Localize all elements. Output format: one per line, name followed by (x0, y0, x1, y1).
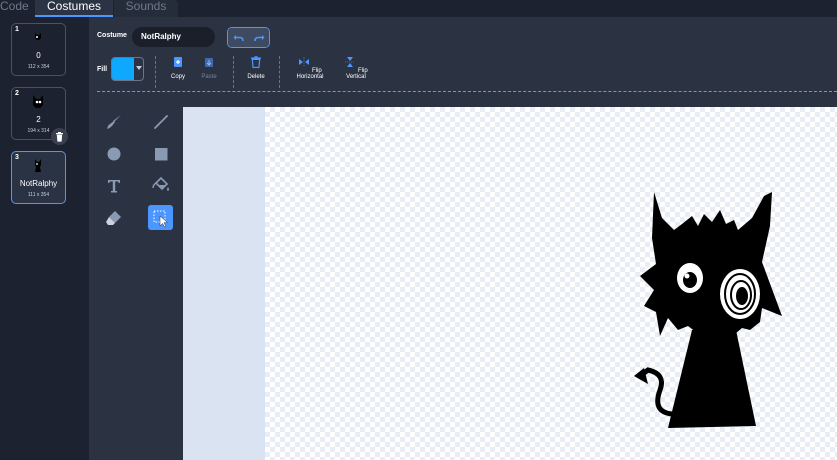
costume-size: 112 x 354 (27, 64, 50, 70)
costume-name: 2 (36, 115, 41, 124)
delete-label: Delete (247, 74, 265, 80)
circle-tool[interactable] (101, 141, 126, 166)
undo-redo-group (227, 27, 270, 48)
brush-tool[interactable] (101, 109, 126, 134)
delete-costume-button[interactable] (51, 128, 68, 145)
paste-icon (205, 58, 213, 67)
costume-tile-3[interactable]: 3 NotRalphy 111 x 354 (11, 151, 66, 204)
undo-button[interactable] (228, 28, 250, 47)
undo-icon (233, 34, 244, 41)
rectangle-tool[interactable] (148, 141, 173, 166)
costume-thumbnail (35, 33, 41, 40)
tab-sounds[interactable]: Sounds (114, 0, 178, 17)
toolbar-divider (233, 56, 234, 88)
flip-horizontal-icon (299, 57, 310, 67)
paste-button[interactable]: Paste (197, 56, 221, 80)
redo-icon (254, 34, 265, 41)
flip-horizontal-label: Flip Horizontal (296, 68, 324, 80)
line-tool[interactable] (148, 109, 173, 134)
flip-vertical-icon (345, 57, 356, 67)
flip-vertical-label: Flip Vertical (346, 68, 368, 80)
eraser-icon (105, 210, 121, 225)
flip-vertical-button[interactable]: Flip Vertical (337, 56, 375, 80)
copy-button[interactable]: Copy (167, 56, 189, 80)
text-icon (107, 179, 120, 192)
trash-icon (56, 131, 63, 142)
line-icon (153, 114, 168, 129)
copy-label: Copy (170, 74, 185, 80)
fill-color-swatch (112, 58, 134, 80)
flip-horizontal-button[interactable]: Flip Horizontal (286, 56, 334, 80)
costume-name: NotRalphy (19, 179, 58, 188)
costume-thumbnail (35, 159, 41, 172)
fill-tool[interactable] (148, 173, 173, 198)
costume-name-input[interactable]: NotRalphy (132, 27, 215, 47)
redo-button[interactable] (249, 28, 269, 47)
fill-label: Fill (97, 66, 108, 73)
select-icon (153, 210, 168, 227)
costume-size: 111 x 354 (27, 192, 50, 198)
text-tool[interactable] (101, 173, 126, 198)
costume-name: 0 (36, 51, 41, 60)
fill-color-picker[interactable] (111, 57, 144, 81)
costume-thumbnail (33, 95, 43, 108)
costume-name-label: Costume (97, 32, 127, 39)
eraser-tool[interactable] (101, 205, 126, 230)
toolbar-bottom-divider (97, 91, 837, 92)
fill-bucket-icon (151, 176, 169, 191)
brush-icon (106, 114, 121, 129)
trash-icon (251, 56, 261, 69)
toolbar-divider (279, 56, 280, 88)
costume-index: 1 (15, 26, 19, 33)
toolbar-divider (155, 56, 156, 88)
costume-index: 3 (15, 154, 19, 161)
costume-list (0, 17, 89, 460)
costume-tile-1[interactable]: 1 0 112 x 354 (11, 23, 66, 76)
copy-icon (174, 57, 182, 67)
rectangle-icon (154, 147, 167, 160)
tab-costumes[interactable]: Costumes (35, 0, 113, 17)
circle-icon (107, 147, 120, 160)
canvas-scroll-margin (183, 107, 265, 460)
chevron-down-icon (136, 66, 142, 70)
costume-index: 2 (15, 90, 19, 97)
tab-code[interactable]: Code (0, 0, 32, 17)
paste-label: Paste (201, 74, 217, 80)
delete-button[interactable]: Delete (243, 56, 269, 80)
editor-tabs: Code Costumes Sounds (0, 0, 837, 17)
select-tool[interactable] (148, 205, 173, 230)
costume-sprite-image (634, 192, 782, 428)
